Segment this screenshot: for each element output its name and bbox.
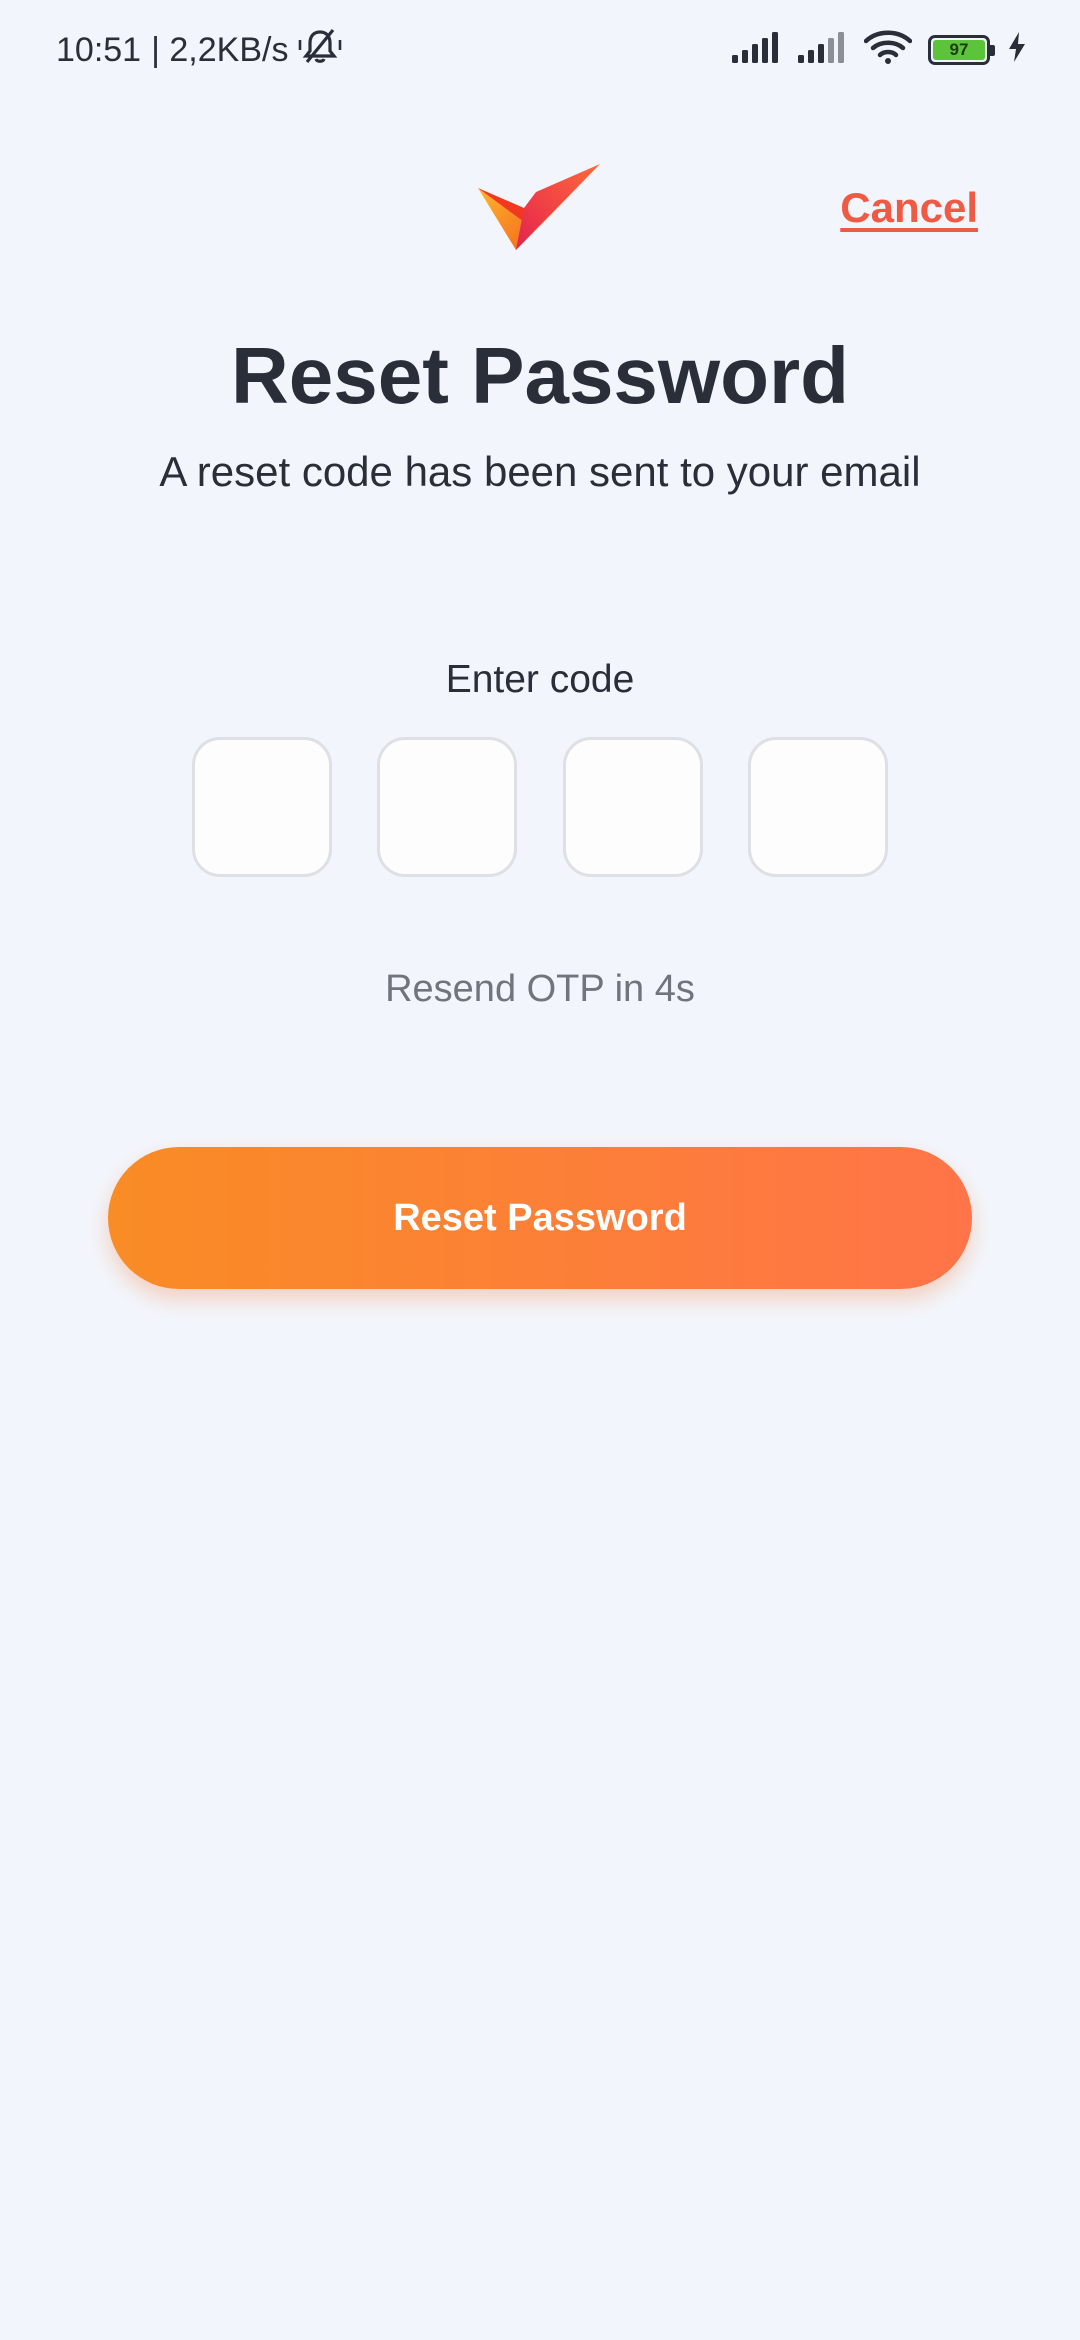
cancel-link[interactable]: Cancel: [840, 184, 978, 232]
otp-digit-4[interactable]: [747, 737, 888, 877]
status-network-speed: | 2,2KB/s: [151, 31, 289, 69]
page-subtitle: A reset code has been sent to your email: [159, 448, 921, 495]
wifi-icon: [863, 30, 913, 69]
page-title: Reset Password: [230, 331, 850, 420]
signal-icon: [798, 31, 848, 68]
signal-icon: [732, 31, 782, 68]
brand-checkmark-logo: [476, 162, 604, 254]
otp-digit-3[interactable]: [562, 737, 703, 877]
code-label: Enter code: [445, 658, 635, 701]
otp-input-group: [192, 737, 888, 877]
status-time: 10:51: [56, 31, 142, 69]
resend-otp-countdown: Resend OTP in 4s: [385, 968, 695, 1010]
status-bar: 10:51 | 2,2KB/s 97: [0, 0, 1080, 96]
otp-digit-1[interactable]: [192, 737, 332, 877]
reset-password-button[interactable]: Reset Password: [108, 1147, 972, 1289]
battery-icon: 97: [928, 34, 995, 65]
status-right: 97: [732, 30, 1028, 69]
muted-bell-icon: [298, 26, 342, 75]
battery-level: 97: [933, 39, 985, 60]
otp-digit-2[interactable]: [377, 737, 518, 877]
reset-password-screen: 10:51 | 2,2KB/s 97 Cancel Reset Password…: [0, 0, 1080, 2340]
charging-bolt-icon: [1006, 31, 1028, 68]
status-left: 10:51 | 2,2KB/s: [56, 26, 342, 75]
